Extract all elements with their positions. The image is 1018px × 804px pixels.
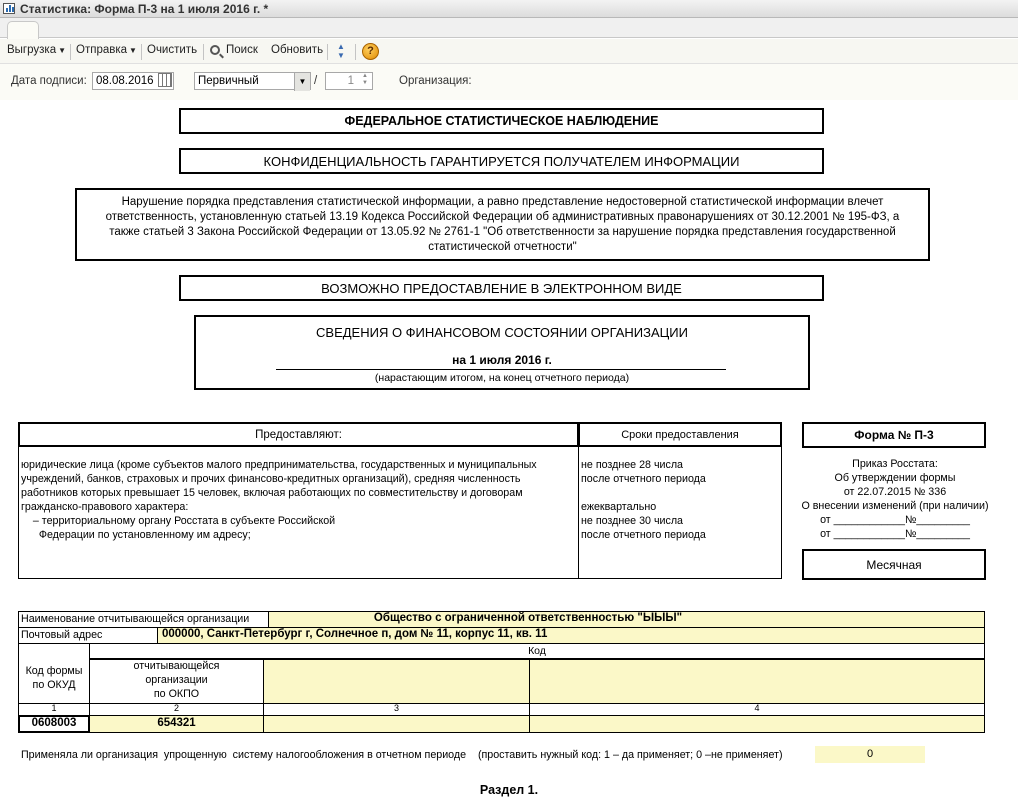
- electronic-submission-box: ВОЗМОЖНО ПРЕДОСТАВЛЕНИЕ В ЭЛЕКТРОННОМ ВИ…: [179, 275, 824, 301]
- col-number: 2: [173, 703, 179, 713]
- okud-header-line: по ОКУД: [32, 679, 76, 691]
- order-line: Приказ Росстата:: [852, 458, 938, 470]
- slash-separator: /: [314, 75, 318, 87]
- deadline-line: [581, 486, 706, 500]
- sign-date-label: Дата подписи:: [11, 75, 87, 87]
- deadline-line: не позднее 30 числа: [581, 515, 684, 527]
- search-button[interactable]: Поиск: [226, 44, 258, 56]
- submitters-line: учреждений, банков, страховых и прочих ф…: [21, 473, 521, 485]
- chevron-down-icon: ▼: [129, 46, 137, 55]
- okud-value: 0608003: [31, 717, 77, 729]
- chevron-down-icon: ▼: [58, 46, 67, 55]
- warning-line: Нарушение порядка представления статисти…: [121, 195, 884, 208]
- code-col3-header-cell[interactable]: [263, 659, 530, 704]
- warning-line: ответственность, установленную статьей 1…: [105, 210, 900, 223]
- federal-observation-box: ФЕДЕРАЛЬНОЕ СТАТИСТИЧЕСКОЕ НАБЛЮДЕНИЕ: [179, 108, 824, 134]
- toolbar: Выгрузка ▼ Отправка ▼ Очистить Поиск Обнов…: [0, 39, 1018, 64]
- code-col4-header-cell[interactable]: [529, 659, 985, 704]
- order-line: от ____________№_________: [820, 514, 970, 526]
- deadlines-text: не позднее 28 числа после отчетного перио…: [581, 458, 706, 542]
- order-line: О внесении изменений (при наличии): [801, 500, 989, 512]
- section-title: Раздел 1.: [479, 783, 539, 797]
- order-line: от 22.07.2015 № 336: [843, 486, 947, 498]
- statistics-chart-icon: [3, 3, 15, 14]
- toolbar-divider: [70, 44, 71, 60]
- deadline-line: ежеквартально: [581, 501, 657, 513]
- submitters-line: Федерации по установленному им адресу;: [21, 529, 251, 541]
- search-icon: [210, 45, 220, 55]
- deadline-line: не позднее 28 числа: [581, 459, 684, 471]
- submitters-header: Предоставляют:: [255, 429, 342, 441]
- window-title: Статистика: Форма П-3 на 1 июля 2016 г. …: [20, 2, 269, 16]
- spin-icon[interactable]: ▲ ▼: [362, 73, 368, 87]
- export-label: Выгрузка: [7, 44, 57, 56]
- chevron-down-icon[interactable]: ▼: [294, 73, 310, 91]
- window-title-bar: Статистика: Форма П-3 на 1 июля 2016 г. …: [0, 0, 1018, 18]
- tab-strip: [0, 18, 1018, 39]
- form-order-text: Приказ Росстата: Об утверждении формы от 2…: [792, 457, 998, 541]
- submitters-line: работников которых превышает 15 человек,…: [21, 487, 523, 499]
- okud-header-line: Код формы: [25, 665, 83, 677]
- organization-label: Организация:: [399, 75, 472, 87]
- simplified-tax-input[interactable]: 0: [815, 746, 925, 763]
- code-col3-value-cell[interactable]: [263, 715, 530, 733]
- deadline-line: после отчетного периода: [581, 473, 706, 485]
- periodicity-box: Месячная: [802, 549, 986, 580]
- liability-warning-box: Нарушение порядка представления статисти…: [75, 188, 930, 261]
- okud-header: Код формы по ОКУД: [18, 664, 90, 692]
- org-name-label: Наименование отчитывающейся организации: [21, 613, 250, 625]
- tab-form[interactable]: [7, 21, 39, 39]
- okpo-value: 654321: [157, 717, 196, 729]
- order-line: от ____________№_________: [820, 528, 970, 540]
- submitters-line: юридические лица (кроме субъектов малого…: [21, 459, 537, 471]
- report-title: СВЕДЕНИЯ О ФИНАНСОВОМ СОСТОЯНИИ ОРГАНИЗА…: [316, 325, 688, 340]
- send-label: Отправка: [76, 44, 128, 56]
- report-period-note: (нарастающим итогом, на конец отчетного …: [374, 372, 630, 384]
- form-number-box: Форма № П-3: [802, 422, 986, 448]
- col-number: 4: [754, 703, 760, 713]
- col-number: 1: [51, 703, 57, 713]
- order-line: Об утверждении формы: [834, 472, 956, 484]
- help-icon[interactable]: ?: [362, 43, 379, 60]
- toolbar-divider: [355, 44, 356, 60]
- org-address-label: Почтовый адрес: [21, 629, 103, 641]
- toolbar-divider: [203, 44, 204, 60]
- clear-button[interactable]: Очистить: [147, 44, 197, 56]
- submitters-line: – территориальному органу Росстата в суб…: [21, 515, 336, 527]
- toolbar-divider: [327, 44, 328, 60]
- confidentiality-box: КОНФИДЕНЦИАЛЬНОСТЬ ГАРАНТИРУЕТСЯ ПОЛУЧАТ…: [179, 148, 824, 174]
- code-col4-value-cell[interactable]: [529, 715, 985, 733]
- toolbar-divider: [141, 44, 142, 60]
- expand-collapse-icon[interactable]: ▲ ▼: [333, 42, 349, 61]
- org-address-value: 000000, Санкт-Петербург г, Солнечное п, …: [162, 628, 548, 640]
- kod-header: Код: [528, 645, 546, 657]
- warning-line: статистической отчетности": [428, 240, 577, 253]
- export-menu-button[interactable]: Выгрузка ▼: [7, 44, 66, 56]
- deadlines-header: Сроки предоставления: [621, 429, 739, 441]
- deadline-line: после отчетного периода: [581, 529, 706, 541]
- refresh-button[interactable]: Обновить: [271, 44, 323, 56]
- okpo-header-line: отчитывающейся: [133, 660, 220, 672]
- okpo-header-line: организации: [145, 674, 208, 686]
- simplified-tax-question: Применяла ли организация упрощенную сист…: [21, 749, 783, 761]
- calendar-icon[interactable]: [158, 73, 172, 87]
- warning-line: также статьей 3 Закона Российской Федера…: [109, 225, 896, 238]
- date-underline: [276, 369, 726, 370]
- submitters-line: гражданско-правового характера:: [21, 501, 189, 513]
- okpo-header: отчитывающейся организации по ОКПО: [89, 659, 264, 701]
- col-number: 3: [393, 703, 399, 713]
- report-date: на 1 июля 2016 г.: [452, 353, 552, 367]
- submitters-text: юридические лица (кроме субъектов малого…: [21, 458, 537, 542]
- org-name-value: Общество с ограниченной ответственностью…: [373, 612, 683, 624]
- send-menu-button[interactable]: Отправка ▼: [76, 44, 137, 56]
- okpo-header-line: по ОКПО: [153, 688, 200, 700]
